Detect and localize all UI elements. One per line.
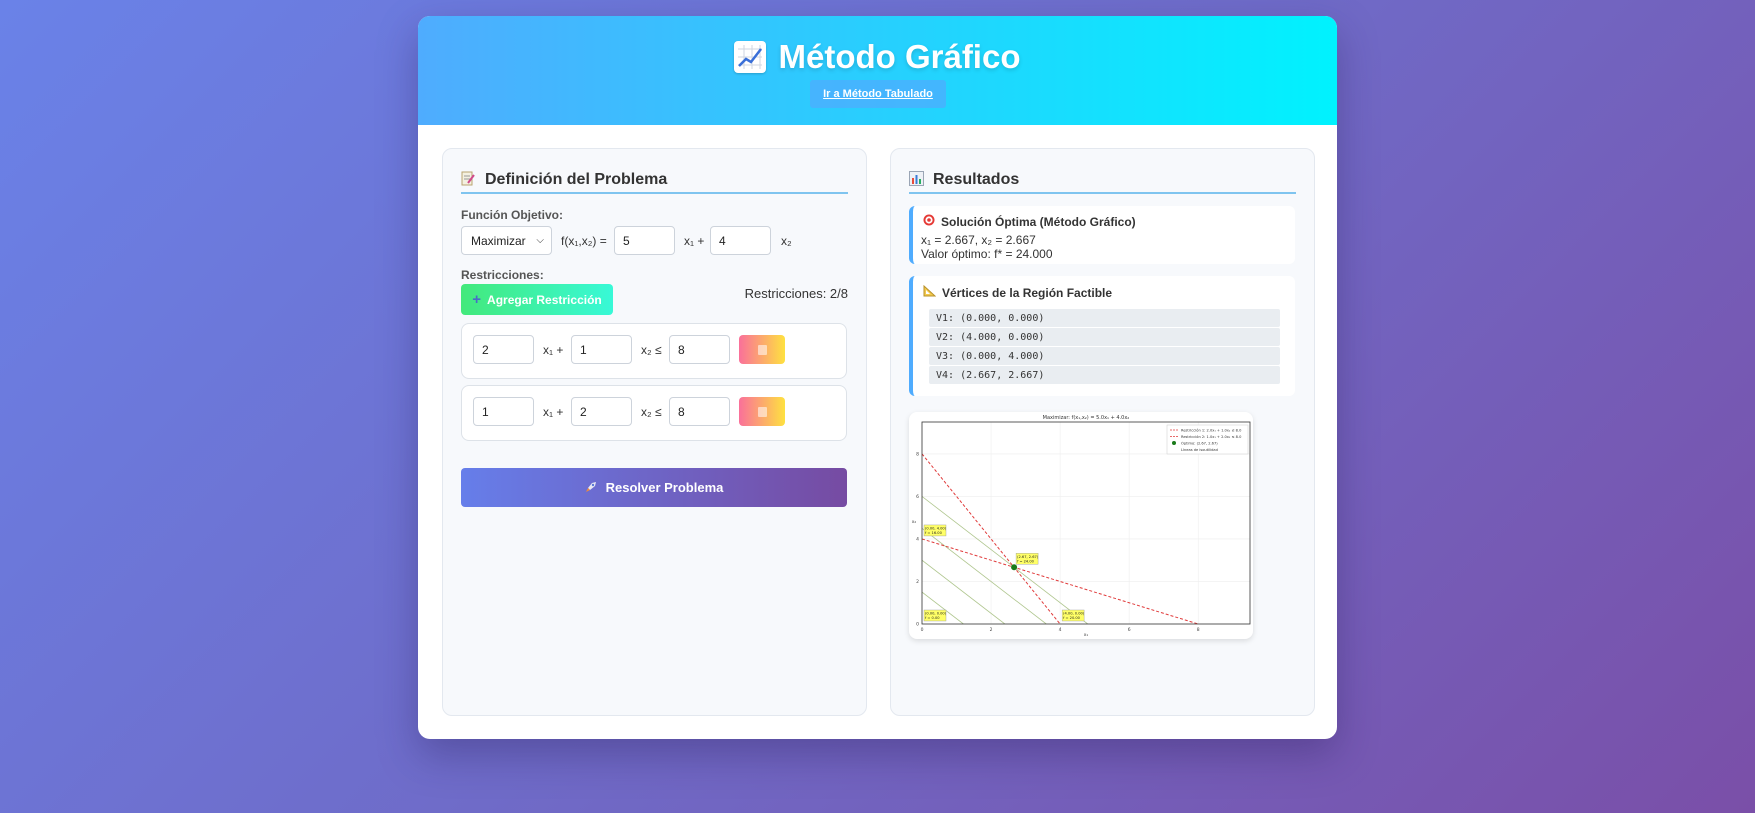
optimal-value: Valor óptimo: f* = 24.000 [921,247,1053,261]
objective-c1-input[interactable]: 5 [614,226,675,255]
vertex-label-coord: (0.00, 0.00) [925,612,947,616]
y-tick-label: 4 [916,536,919,542]
vertices-title-text: Vértices de la Región Factible [942,285,1113,300]
vertex-item: V2: (4.000, 0.000) [929,328,1280,346]
graphical-method-chart: Maximizar: f(x₁,x₂) = 5.0x₁ + 4.0x₂ 0 2 4 6 8… [912,415,1251,638]
page-title: Método Gráfico [418,38,1337,76]
optimal-solution-title: Solución Óptima (Método Gráfico) [923,214,1136,229]
y-tick-label: 8 [916,451,919,457]
objective-f-label: f(x₁,x₂) = [561,234,607,248]
solve-button-label: Resolver Problema [605,480,724,495]
trash-icon [757,344,767,355]
solve-button[interactable]: Resolver Problema [461,468,847,507]
mode-select-value: Maximizar [471,233,526,248]
optimal-x-values: x₁ = 2.667, x₂ = 2.667 [921,233,1036,247]
delete-constraint-2-button[interactable] [739,397,785,426]
constraint-2-x2-label: x₂ ≤ [641,405,662,419]
constraint-row-1: 2 x₁ + 1 x₂ ≤ 8 [461,323,847,379]
legend-entry: Restricción 2: 1.0x₁ + 2.0x₂ ≤ 8.0 [1181,435,1242,439]
objective-c2-input[interactable]: 4 [710,226,771,255]
trash-icon [757,406,767,417]
x-axis-label: x₁ [1084,633,1089,638]
constraint-2-b-input[interactable]: 2 [571,397,632,426]
optimal-solution-title-text: Solución Óptima (Método Gráfico) [941,214,1136,229]
x-tick-label: 8 [1197,627,1200,633]
restrictions-count: Restricciones: 2/8 [744,286,848,301]
y-tick-label: 0 [916,622,919,628]
objective-x2-label: x₂ [781,234,792,248]
constraint-1-x2-label: x₂ ≤ [641,343,662,357]
graph-container: Maximizar: f(x₁,x₂) = 5.0x₁ + 4.0x₂ 0 2 4 6 8… [909,412,1253,639]
iso-profit-line [922,496,1088,624]
x-tick-label: 6 [1128,627,1131,633]
results-panel-title-text: Resultados [933,170,1020,188]
add-restriction-button[interactable]: + Agregar Restricción [461,284,613,315]
constraint-row-2: 1 x₁ + 2 x₂ ≤ 8 [461,385,847,441]
restrictions-label: Restricciones: [461,268,544,282]
objective-label: Función Objetivo: [461,208,563,222]
target-icon [923,214,935,229]
vertex-item: V3: (0.000, 4.000) [929,347,1280,365]
delete-constraint-1-button[interactable] [739,335,785,364]
constraint-2-rhs-input[interactable]: 8 [669,397,730,426]
results-panel: Resultados Solución Óptima (Método Gráfi… [890,148,1315,716]
y-axis-label: x₂ [912,520,917,525]
vertex-label-coord: (4.00, 0.00) [1063,612,1085,616]
vertex-item: V4: (2.667, 2.667) [929,366,1280,384]
problem-panel-title-text: Definición del Problema [485,170,668,188]
constraint-1-rhs-input[interactable]: 8 [669,335,730,364]
chevron-down-icon: ⌵ [536,235,544,246]
iso-profit-line [922,527,1047,624]
vertex-item: V1: (0.000, 0.000) [929,309,1280,327]
optimal-solution-card: Solución Óptima (Método Gráfico) x₁ = 2.… [909,206,1295,264]
memo-icon [461,171,477,189]
constraint-2-a-input[interactable]: 1 [473,397,534,426]
vertex-label-value: f = 0.00 [925,616,940,620]
constraint-1-b-input[interactable]: 1 [571,335,632,364]
y-tick-label: 2 [916,579,919,585]
nav-link-tabulado[interactable]: Ir a Método Tabulado [810,80,946,108]
legend-swatch [1172,441,1176,445]
legend-entry: Líneas de isoutilidad [1181,448,1218,452]
problem-panel-title: Definición del Problema [461,167,848,194]
objective-x1-label: x₁ + [684,234,705,248]
page-title-text: Método Gráfico [778,38,1021,75]
bar-chart-icon [909,170,925,189]
add-restriction-label: Agregar Restricción [487,292,602,307]
triangle-ruler-icon [923,284,937,300]
chart-title: Maximizar: f(x₁,x₂) = 5.0x₁ + 4.0x₂ [1043,415,1130,421]
constraint-2-x1-label: x₁ + [543,405,564,419]
rocket-icon [585,480,598,496]
app-container: Método Gráfico Ir a Método Tabulado Defi… [418,16,1337,739]
plus-icon: + [472,291,482,308]
legend-entry: Óptimo: (2.67, 2.67) [1181,440,1218,445]
problem-panel: Definición del Problema Función Objetivo… [442,148,867,716]
x-tick-label: 0 [921,627,924,633]
header: Método Gráfico Ir a Método Tabulado [418,16,1337,125]
y-tick-label: 6 [916,494,919,500]
vertex-label-value: f = 16.00 [925,531,943,535]
legend-entry: Restricción 1: 2.0x₁ + 1.0x₂ ≤ 8.0 [1181,428,1242,432]
vertices-card: Vértices de la Región Factible V1: (0.00… [909,276,1295,396]
chart-increasing-icon [734,41,767,73]
constraint-1-x1-label: x₁ + [543,343,564,357]
x-tick-label: 4 [1059,627,1062,633]
optimum-point [1011,564,1018,571]
mode-select[interactable]: Maximizar ⌵ [461,226,552,255]
constraint-1-a-input[interactable]: 2 [473,335,534,364]
vertex-label-value: f = 20.00 [1063,616,1081,620]
x-tick-label: 2 [990,627,993,633]
vertex-label-coord: (2.67, 2.67) [1017,555,1039,559]
vertex-label-coord: (0.00, 4.00) [925,526,947,530]
results-panel-title: Resultados [909,167,1296,194]
vertex-label-value: f = 24.00 [1017,559,1035,563]
vertices-title: Vértices de la Región Factible [923,284,1113,300]
